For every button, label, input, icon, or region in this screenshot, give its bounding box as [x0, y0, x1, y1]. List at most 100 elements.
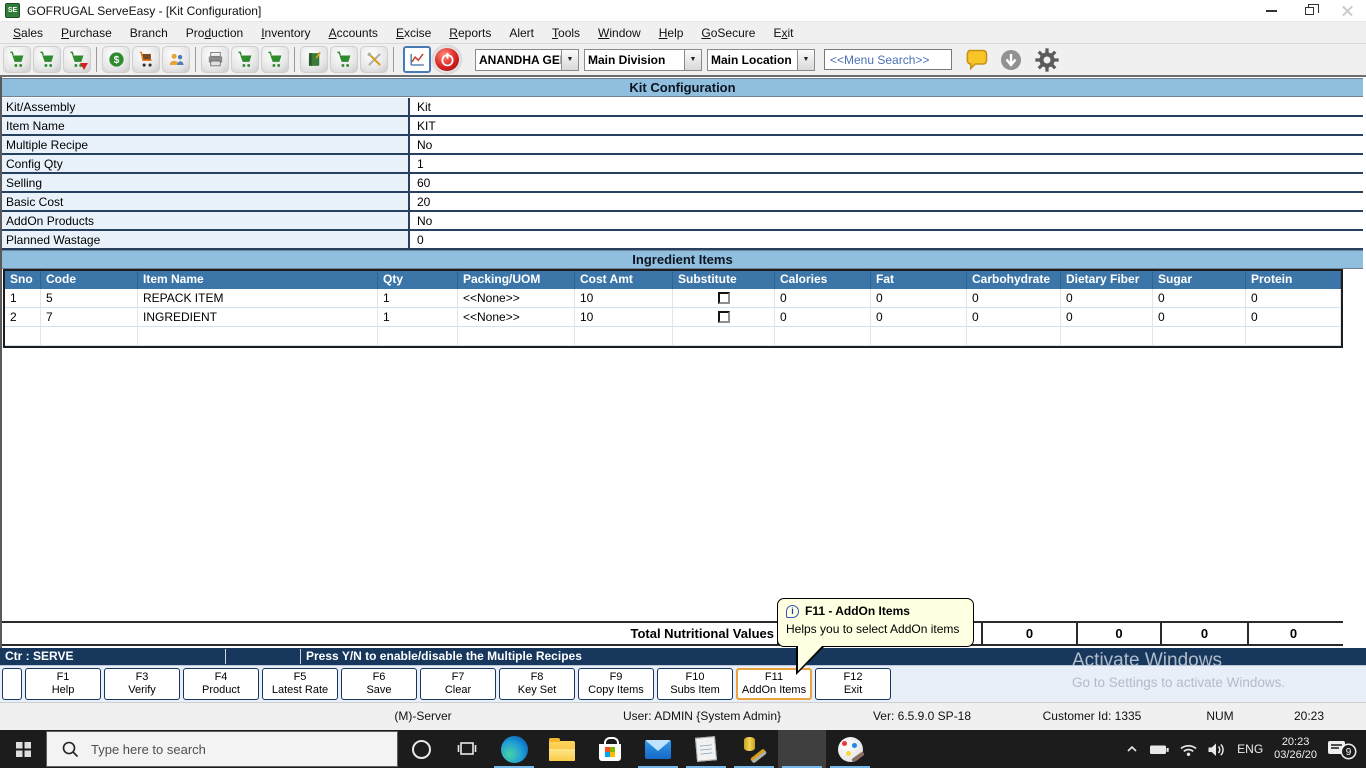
menu-item-sales[interactable]: Sales	[4, 23, 52, 43]
power-logout-icon[interactable]	[433, 46, 461, 73]
cell-calories[interactable]: 0	[775, 289, 871, 308]
wifi-icon[interactable]	[1179, 742, 1198, 757]
fkey-f10[interactable]: F10Subs Item	[657, 668, 733, 700]
cell-calories[interactable]: 0	[775, 308, 871, 327]
minimize-button[interactable]	[1252, 0, 1290, 21]
stock-cart-icon[interactable]	[261, 46, 289, 73]
menu-item-exit[interactable]: Exit	[764, 23, 802, 43]
database-tools-taskbar-button[interactable]	[730, 730, 778, 768]
cell-code[interactable]: 5	[41, 289, 138, 308]
notification-center-icon[interactable]: 9	[1326, 737, 1358, 761]
task-view-button[interactable]	[444, 730, 490, 768]
item-cart-icon[interactable]	[231, 46, 259, 73]
chevron-down-icon[interactable]: ▼	[561, 50, 578, 70]
cart-red-arrow-icon[interactable]	[63, 46, 91, 73]
menu-item-excise[interactable]: Excise	[387, 23, 440, 43]
field-value-kit-assembly[interactable]: Kit	[410, 98, 1363, 115]
speaker-icon[interactable]	[1207, 741, 1226, 758]
customers-icon[interactable]	[162, 46, 190, 73]
cell-carb[interactable]: 0	[967, 289, 1061, 308]
cell-substitute[interactable]	[673, 289, 775, 308]
menu-item-gosecure[interactable]: GoSecure	[692, 23, 764, 43]
sales-bill-cart-icon[interactable]	[33, 46, 61, 73]
menu-item-inventory[interactable]: Inventory	[252, 23, 319, 43]
fkey-f1[interactable]: F1Help	[25, 668, 101, 700]
blank-button[interactable]	[2, 668, 22, 700]
cell-sno[interactable]: 1	[5, 289, 41, 308]
cell-qty[interactable]: 1	[378, 289, 458, 308]
purchase-trolley-icon[interactable]	[132, 46, 160, 73]
cell-qty[interactable]: 1	[378, 308, 458, 327]
restore-button[interactable]	[1290, 0, 1328, 21]
taskbar-search-input[interactable]	[91, 742, 341, 757]
gear-icon[interactable]	[1033, 46, 1061, 74]
fkey-f3[interactable]: F3Verify	[104, 668, 180, 700]
substitute-checkbox[interactable]	[718, 311, 730, 323]
tools-wrench-icon[interactable]	[360, 46, 388, 73]
cell-item[interactable]: INGREDIENT	[138, 308, 378, 327]
cell-fiber[interactable]: 0	[1061, 289, 1153, 308]
report-chart-icon[interactable]	[403, 46, 431, 73]
fkey-f9[interactable]: F9Copy Items	[578, 668, 654, 700]
menu-item-purchase[interactable]: Purchase	[52, 23, 121, 43]
cortana-button[interactable]	[398, 730, 444, 768]
cell-protein[interactable]: 0	[1246, 289, 1341, 308]
menu-item-production[interactable]: Production	[177, 23, 252, 43]
field-value-item-name[interactable]: KIT	[410, 117, 1363, 134]
mail-taskbar-button[interactable]	[634, 730, 682, 768]
fkey-f12[interactable]: F12Exit	[815, 668, 891, 700]
cell-sno[interactable]: 2	[5, 308, 41, 327]
fkey-f8[interactable]: F8Key Set	[499, 668, 575, 700]
cell-fat[interactable]: 0	[871, 308, 967, 327]
language-indicator[interactable]: ENG	[1235, 742, 1265, 756]
field-value-selling[interactable]: 60	[410, 174, 1363, 191]
cell-sugar[interactable]: 0	[1153, 308, 1246, 327]
menu-item-reports[interactable]: Reports	[440, 23, 500, 43]
printer-icon[interactable]	[201, 46, 229, 73]
file-explorer-taskbar-button[interactable]	[538, 730, 586, 768]
kit-cart-icon[interactable]	[330, 46, 358, 73]
sales-cart-icon[interactable]	[3, 46, 31, 73]
ledger-book-icon[interactable]	[300, 46, 328, 73]
cell-cost[interactable]: 10	[575, 308, 673, 327]
cell-fat[interactable]: 0	[871, 289, 967, 308]
field-value-planned-wastage[interactable]: 0	[410, 231, 1363, 248]
money-tap-icon[interactable]	[102, 46, 130, 73]
menu-item-alert[interactable]: Alert	[500, 23, 543, 43]
division-dropdown[interactable]: Main Division ▼	[584, 49, 702, 71]
menu-item-tools[interactable]: Tools	[543, 23, 589, 43]
substitute-checkbox[interactable]	[718, 292, 730, 304]
chevron-down-icon[interactable]: ▼	[797, 50, 814, 70]
notepad-taskbar-button[interactable]	[682, 730, 730, 768]
cell-packing[interactable]: <<None>>	[458, 289, 575, 308]
edge-browser-taskbar-button[interactable]	[490, 730, 538, 768]
menu-item-help[interactable]: Help	[650, 23, 693, 43]
cell-protein[interactable]: 0	[1246, 308, 1341, 327]
battery-icon[interactable]	[1149, 742, 1170, 757]
fkey-f5[interactable]: F5Latest Rate	[262, 668, 338, 700]
serveeasy-app-taskbar-button[interactable]	[778, 730, 826, 768]
tray-chevron-up-icon[interactable]	[1124, 742, 1140, 756]
tray-clock[interactable]: 20:23 03/26/20	[1274, 736, 1317, 762]
download-circle-icon[interactable]	[999, 48, 1023, 72]
cell-code[interactable]: 7	[41, 308, 138, 327]
paint-taskbar-button[interactable]	[826, 730, 874, 768]
chevron-down-icon[interactable]: ▼	[684, 50, 701, 70]
microsoft-store-taskbar-button[interactable]	[586, 730, 634, 768]
cell-item[interactable]: REPACK ITEM	[138, 289, 378, 308]
field-value-basic-cost[interactable]: 20	[410, 193, 1363, 210]
cell-substitute[interactable]	[673, 308, 775, 327]
cell-carb[interactable]: 0	[967, 308, 1061, 327]
chat-bubble-icon[interactable]	[964, 46, 991, 73]
start-button[interactable]	[0, 730, 46, 768]
field-value-multiple-recipe[interactable]: No	[410, 136, 1363, 153]
field-value-config-qty[interactable]: 1	[410, 155, 1363, 172]
cell-packing[interactable]: <<None>>	[458, 308, 575, 327]
cell-sugar[interactable]: 0	[1153, 289, 1246, 308]
menu-item-accounts[interactable]: Accounts	[320, 23, 387, 43]
fkey-f4[interactable]: F4Product	[183, 668, 259, 700]
location-dropdown[interactable]: Main Location ▼	[707, 49, 815, 71]
field-value-addon-products[interactable]: No	[410, 212, 1363, 229]
menu-item-branch[interactable]: Branch	[121, 23, 177, 43]
cell-fiber[interactable]: 0	[1061, 308, 1153, 327]
